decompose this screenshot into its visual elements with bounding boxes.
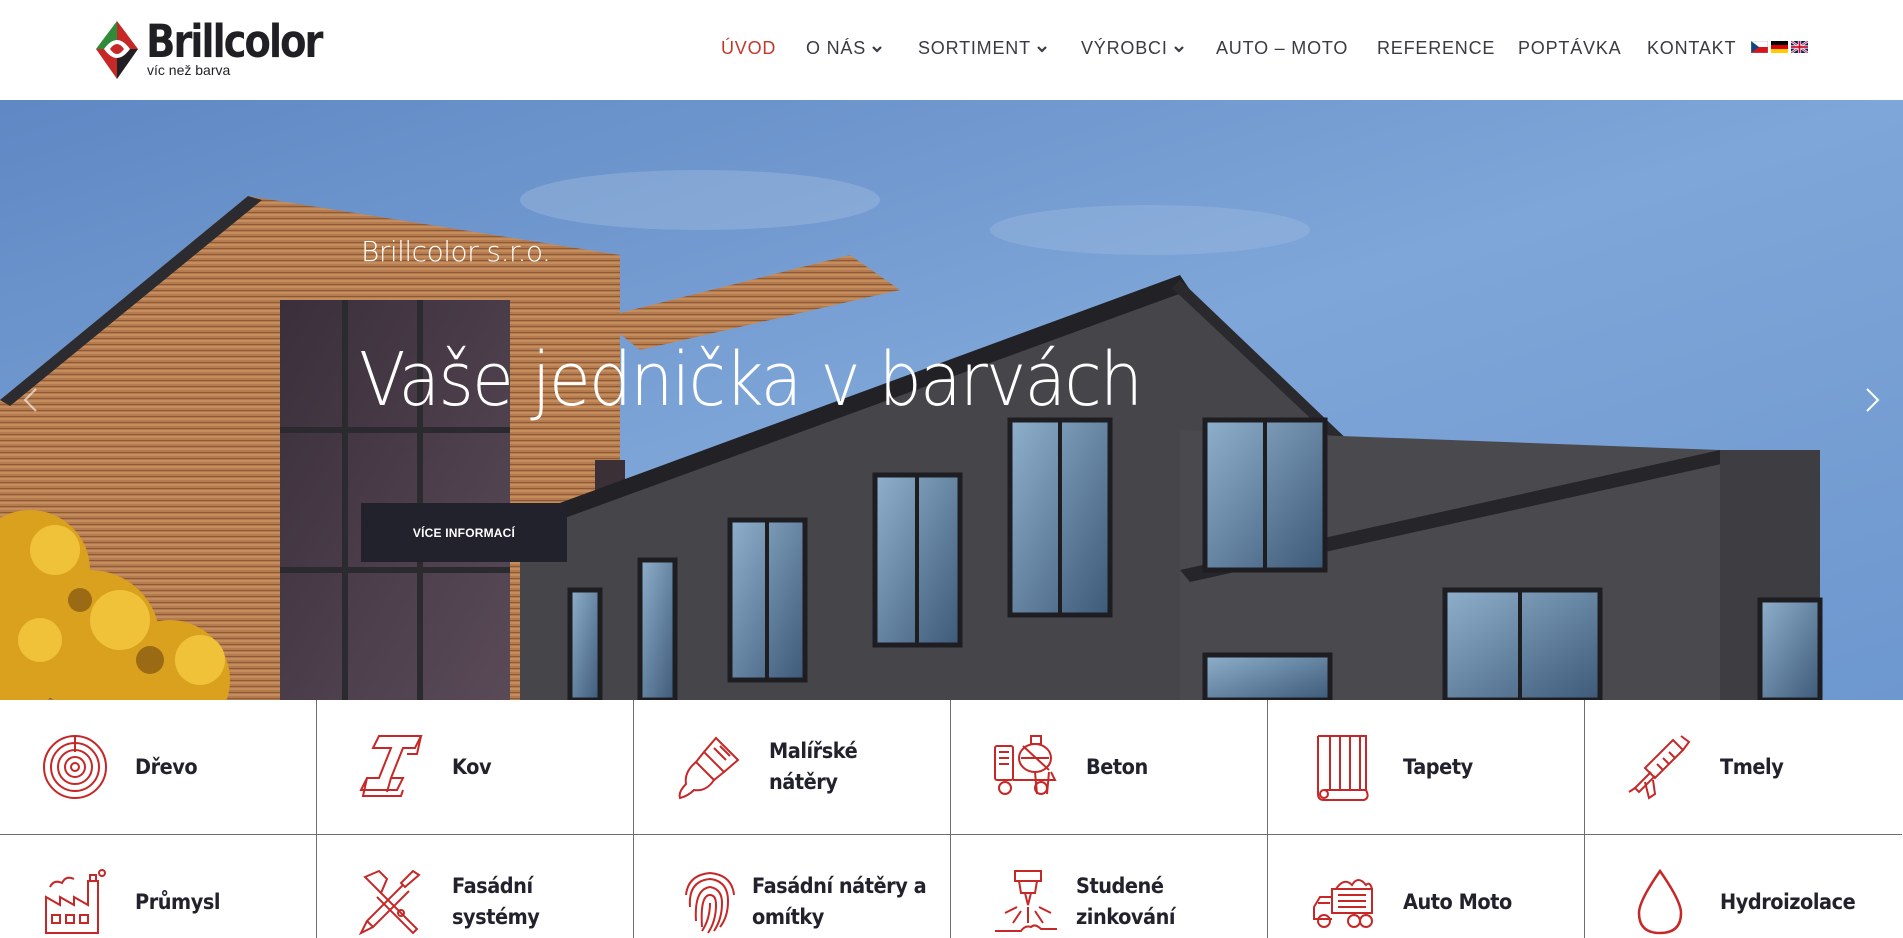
category-label: Dřevo bbox=[135, 755, 198, 779]
more-info-button[interactable]: VÍCE INFORMACÍ bbox=[361, 503, 567, 562]
category-label: Kov bbox=[452, 755, 492, 779]
hero-slider: Brillcolor s.r.o. Vaše jednička v barvác… bbox=[0, 100, 1903, 700]
hero-kicker: Brillcolor s.r.o. bbox=[361, 235, 551, 268]
brand-tagline: víc než barva bbox=[147, 62, 231, 78]
fingerprint-icon bbox=[685, 871, 735, 934]
category-malirske-natery[interactable]: Malířské nátěry bbox=[634, 700, 951, 835]
nav-label: SORTIMENT bbox=[918, 38, 1031, 58]
nav-label: POPTÁVKA bbox=[1518, 38, 1622, 58]
category-kov[interactable]: Kov bbox=[317, 700, 634, 835]
category-prumysl[interactable]: Průmysl bbox=[0, 835, 317, 938]
concrete-mixer-icon bbox=[994, 735, 1057, 795]
category-label: Hydroizolace bbox=[1720, 890, 1856, 914]
category-label: Malířské nátěry bbox=[769, 739, 858, 794]
brillcolor-logo-icon bbox=[96, 21, 138, 79]
slider-prev-arrow-icon[interactable] bbox=[16, 385, 46, 415]
category-label: Průmysl bbox=[135, 890, 221, 914]
category-label: Auto Moto bbox=[1403, 890, 1512, 914]
brand-name: Brillcolor bbox=[146, 15, 323, 68]
category-tapety[interactable]: Tapety bbox=[1268, 700, 1585, 835]
nav-label: O NÁS bbox=[806, 38, 867, 58]
language-switcher bbox=[1751, 41, 1808, 53]
category-label: Fasádní nátěry a omítky bbox=[752, 874, 927, 929]
nav-label: AUTO – MOTO bbox=[1216, 38, 1349, 58]
cs-flag-icon[interactable] bbox=[1751, 41, 1768, 53]
factory-icon bbox=[45, 869, 106, 934]
category-label: Tmely bbox=[1720, 755, 1784, 779]
brand-logo[interactable]: Brillcolor víc než barva bbox=[94, 15, 344, 83]
de-flag-icon[interactable] bbox=[1771, 41, 1788, 53]
nav-vyrobci[interactable]: VÝROBCI bbox=[1081, 38, 1184, 59]
paint-brush-icon bbox=[678, 736, 740, 800]
nav-kontakt[interactable]: KONTAKT bbox=[1647, 38, 1736, 59]
nav-o-nas[interactable]: O NÁS bbox=[806, 38, 882, 59]
caulk-gun-icon bbox=[1628, 735, 1691, 800]
nav-label: ÚVOD bbox=[721, 38, 777, 58]
category-grid: Dřevo Kov Malířské nátěry Beton Tapety T… bbox=[0, 700, 1903, 938]
chevron-down-icon bbox=[872, 45, 882, 53]
category-beton[interactable]: Beton bbox=[951, 700, 1268, 835]
trowel-tools-icon bbox=[358, 869, 421, 936]
category-auto-moto[interactable]: Auto Moto bbox=[1268, 835, 1585, 938]
nav-label: REFERENCE bbox=[1377, 38, 1496, 58]
category-label: Fasádní systémy bbox=[452, 874, 540, 929]
nav-uvod[interactable]: ÚVOD bbox=[721, 38, 776, 59]
wood-rings-icon bbox=[43, 735, 107, 799]
category-fasadni-systemy[interactable]: Fasádní systémy bbox=[317, 835, 634, 938]
slider-next-arrow-icon[interactable] bbox=[1857, 385, 1887, 415]
category-hydroizolace[interactable]: Hydroizolace bbox=[1585, 835, 1902, 938]
truck-icon bbox=[1313, 879, 1373, 928]
category-drevo[interactable]: Dřevo bbox=[0, 700, 317, 835]
category-studene-zinkovani[interactable]: Studené zinkování bbox=[951, 835, 1268, 938]
water-drop-icon bbox=[1637, 868, 1683, 935]
site-header: Brillcolor víc než barva ÚVOD O NÁS SORT… bbox=[0, 0, 1903, 100]
category-label: Beton bbox=[1086, 755, 1148, 779]
category-label: Studené zinkování bbox=[1076, 874, 1176, 929]
nav-sortiment[interactable]: SORTIMENT bbox=[918, 38, 1047, 59]
nav-reference[interactable]: REFERENCE bbox=[1377, 38, 1495, 59]
nav-poptavka[interactable]: POPTÁVKA bbox=[1518, 38, 1621, 59]
nav-label: VÝROBCI bbox=[1081, 38, 1168, 58]
steel-beam-icon bbox=[359, 735, 423, 797]
wallpaper-roll-icon bbox=[1317, 735, 1369, 801]
hero-title: Vaše jednička v barvách bbox=[359, 337, 1143, 423]
spray-nozzle-icon bbox=[995, 870, 1057, 932]
nav-auto-moto[interactable]: AUTO – MOTO bbox=[1216, 38, 1348, 59]
category-tmely[interactable]: Tmely bbox=[1585, 700, 1902, 835]
en-flag-icon[interactable] bbox=[1791, 41, 1808, 53]
chevron-down-icon bbox=[1173, 45, 1184, 53]
category-label: Tapety bbox=[1403, 755, 1473, 779]
chevron-down-icon bbox=[1037, 45, 1047, 53]
category-fasadni-natery[interactable]: Fasádní nátěry a omítky bbox=[634, 835, 951, 938]
nav-label: KONTAKT bbox=[1647, 38, 1737, 58]
